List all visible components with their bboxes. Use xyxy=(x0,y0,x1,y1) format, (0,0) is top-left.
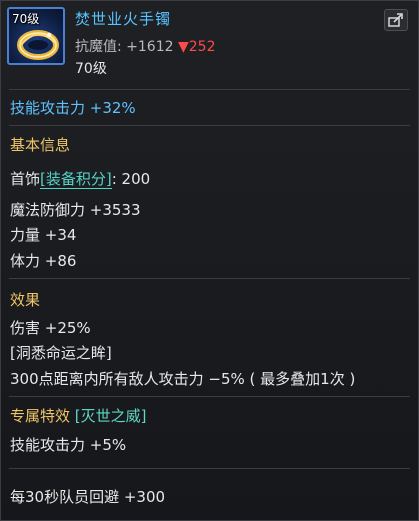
bracelet-icon xyxy=(17,30,59,60)
effect-line: 伤害 +25% xyxy=(10,319,91,337)
effects-title: 效果 xyxy=(10,291,41,309)
divider xyxy=(9,396,410,397)
special-effect-title: 专属特效 xyxy=(10,407,71,425)
item-icon-level: 70级 xyxy=(12,12,40,26)
resist-label: 抗魔值: xyxy=(75,39,127,55)
resist-value: 抗魔值: +1612 ▼252 xyxy=(75,36,215,56)
score-value: : 200 xyxy=(111,170,151,188)
effect-line: [洞悉命运之眸] xyxy=(10,344,112,362)
item-tooltip: 70级 焚世业火手镯 抗魔值: +1612 ▼252 70级 技能攻击力 +32… xyxy=(0,0,419,521)
special-effect-title-row: 专属特效 [灭世之威] xyxy=(10,405,147,426)
score-tag: [装备积分] xyxy=(40,170,112,189)
resist-up: +1612 xyxy=(126,39,174,55)
special-effect-tag: [灭世之威] xyxy=(74,407,147,425)
item-type: 首饰 xyxy=(10,170,41,188)
share-button[interactable] xyxy=(384,9,408,31)
item-name: 焚世业火手镯 xyxy=(75,10,172,28)
divider xyxy=(9,468,410,469)
skill-attack-bonus: 技能攻击力 +32% xyxy=(10,99,136,117)
stat-line: 力量 +34 xyxy=(10,226,77,244)
divider xyxy=(9,278,410,279)
stat-line: 魔法防御力 +3533 xyxy=(10,201,141,219)
effect-line: 300点距离内所有敌人攻击力 −5% ( 最多叠加1次 ) xyxy=(10,370,356,388)
equipment-score-row: 首饰[装备积分]: 200 xyxy=(10,168,150,189)
basic-info-title: 基本信息 xyxy=(10,136,71,154)
team-evasion-line: 每30秒队员回避 +300 xyxy=(10,488,166,506)
divider xyxy=(9,89,410,90)
stat-line: 体力 +86 xyxy=(10,252,77,270)
bracelet-item-icon[interactable]: 70级 xyxy=(7,7,65,65)
tooltip-header: 70级 焚世业火手镯 抗魔值: +1612 ▼252 70级 xyxy=(1,1,418,81)
item-level: 70级 xyxy=(75,61,107,77)
special-effect-line: 技能攻击力 +5% xyxy=(10,436,127,454)
share-icon xyxy=(388,13,403,27)
divider xyxy=(9,125,410,126)
resist-down: ▼252 xyxy=(177,39,216,55)
